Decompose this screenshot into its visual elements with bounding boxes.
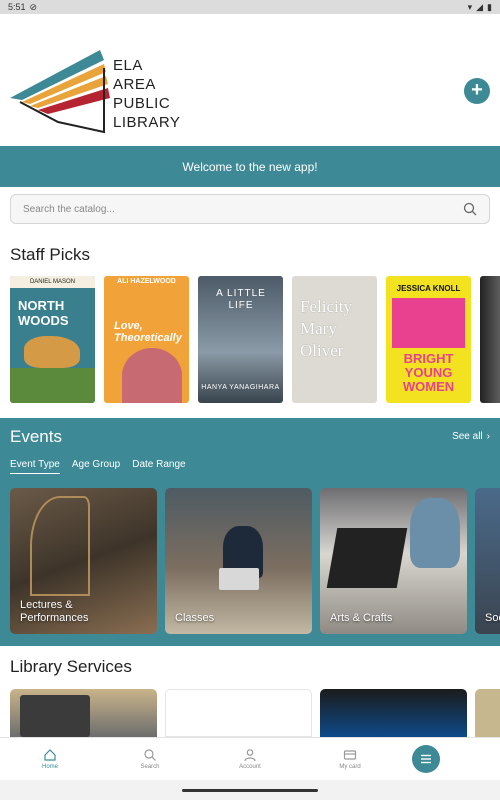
header: ELA AREA PUBLIC LIBRARY + [0, 14, 500, 146]
staff-picks-carousel[interactable]: DANIEL MASON NORTH WOODS ALI HAZELWOOD L… [10, 276, 500, 404]
book-author: ALI HAZELWOOD [117, 278, 176, 285]
book-title: NORTH [18, 298, 65, 313]
search-bar[interactable] [10, 194, 490, 224]
book-title: Theoretically [114, 332, 182, 344]
event-filters: Event Type Age Group Date Range [10, 459, 186, 474]
book-cover[interactable] [480, 276, 500, 403]
book-cover[interactable]: DANIEL MASON NORTH WOODS [10, 276, 95, 403]
system-nav-bar [0, 780, 500, 800]
logo-line: ELA [113, 57, 143, 74]
nav-label: Home [41, 764, 58, 770]
events-title: Events [10, 427, 62, 446]
book-illustration [392, 298, 465, 348]
nav-label: Account [239, 764, 261, 770]
service-card[interactable] [320, 689, 467, 737]
logo-line: PUBLIC [113, 95, 171, 112]
nav-home[interactable]: Home [0, 738, 100, 780]
book-title: LIFE [228, 300, 254, 311]
event-image [30, 496, 90, 596]
chevron-right-icon: › [486, 431, 490, 442]
service-image [20, 695, 90, 737]
event-image [326, 528, 408, 588]
service-card[interactable] [475, 689, 500, 737]
event-image [410, 498, 460, 568]
event-card[interactable]: Lectures & Performances [10, 488, 157, 634]
welcome-banner: Welcome to the new app! [0, 146, 500, 187]
menu-icon [421, 754, 431, 764]
battery-icon: ▮ [487, 1, 492, 12]
plus-icon: + [471, 79, 483, 101]
book-cover[interactable]: ALI HAZELWOOD Love, Theoretically [104, 276, 189, 403]
home-gesture-bar[interactable] [182, 789, 318, 792]
nav-my-card[interactable]: My card [300, 738, 400, 780]
book-illustration [122, 348, 182, 403]
book-title: Mary [300, 319, 337, 338]
menu-button[interactable] [412, 745, 440, 773]
user-icon [244, 749, 256, 762]
nav-account[interactable]: Account [200, 738, 300, 780]
filter-age-group[interactable]: Age Group [72, 459, 120, 474]
event-label: Arts & Crafts [330, 612, 393, 624]
book-title: Felicity [300, 297, 352, 316]
logo-line: LIBRARY [113, 114, 181, 131]
signal-icon: ◢ [476, 1, 484, 12]
welcome-text: Welcome to the new app! [182, 159, 318, 174]
event-label: Soc [485, 612, 500, 624]
service-card[interactable] [165, 689, 312, 737]
service-card[interactable] [10, 689, 157, 737]
library-services-title: Library Services [10, 657, 132, 676]
search-input[interactable] [23, 203, 463, 215]
book-cover[interactable]: JESSICA KNOLL BRIGHT YOUNG WOMEN [386, 276, 471, 403]
event-label: Classes [175, 612, 215, 624]
home-icon [44, 749, 56, 761]
book-illustration [24, 336, 80, 368]
event-card[interactable]: Arts & Crafts [320, 488, 467, 634]
nav-search[interactable]: Search [100, 738, 200, 780]
nav-label: My card [339, 764, 361, 770]
nav-label: Search [140, 764, 160, 770]
book-author: DANIEL MASON [10, 276, 95, 288]
card-icon [343, 750, 357, 760]
services-carousel[interactable] [10, 689, 500, 737]
book-cover[interactable]: A LITTLE LIFE HANYA YANAGIHARA [198, 276, 283, 403]
search-icon[interactable] [463, 202, 477, 216]
staff-picks-title: Staff Picks [10, 245, 90, 264]
search-icon [144, 749, 156, 761]
book-illustration [10, 368, 95, 403]
book-title: YOUNG [404, 365, 453, 380]
logo-line: AREA [113, 76, 156, 93]
filter-event-type[interactable]: Event Type [10, 459, 60, 474]
status-time: 5:51 [8, 2, 26, 12]
library-name: ELA AREA PUBLIC LIBRARY [113, 56, 180, 132]
book-author: JESSICA KNOLL [396, 284, 461, 293]
filter-date-range[interactable]: Date Range [132, 459, 185, 474]
book-title: Love, [114, 320, 143, 332]
events-section: Events See all › Event Type Age Group Da… [0, 418, 500, 646]
book-author: HANYA YANAGIHARA [201, 384, 280, 391]
wifi-icon: ▾ [467, 1, 473, 12]
book-cover[interactable]: Felicity Mary Oliver [292, 276, 377, 403]
book-title: Oliver [300, 341, 344, 360]
event-cards[interactable]: Lectures & Performances Classes Arts & C… [10, 488, 500, 634]
event-card[interactable]: Classes [165, 488, 312, 634]
event-label: Lectures & Performances [20, 599, 89, 624]
add-button[interactable]: + [464, 78, 490, 104]
book-title: WOODS [18, 313, 69, 328]
event-image [219, 568, 259, 590]
see-all-label: See all [452, 431, 483, 442]
book-title: WOMEN [402, 379, 455, 394]
see-all-link[interactable]: See all › [452, 431, 490, 442]
book-title: A LITTLE [216, 288, 266, 299]
event-card[interactable]: Soc [475, 488, 500, 634]
book-title: BRIGHT [403, 351, 454, 366]
status-bar: 5:51 ⊘ ▾ ◢ ▮ [0, 0, 500, 14]
notification-icon: ⊘ [29, 1, 38, 12]
